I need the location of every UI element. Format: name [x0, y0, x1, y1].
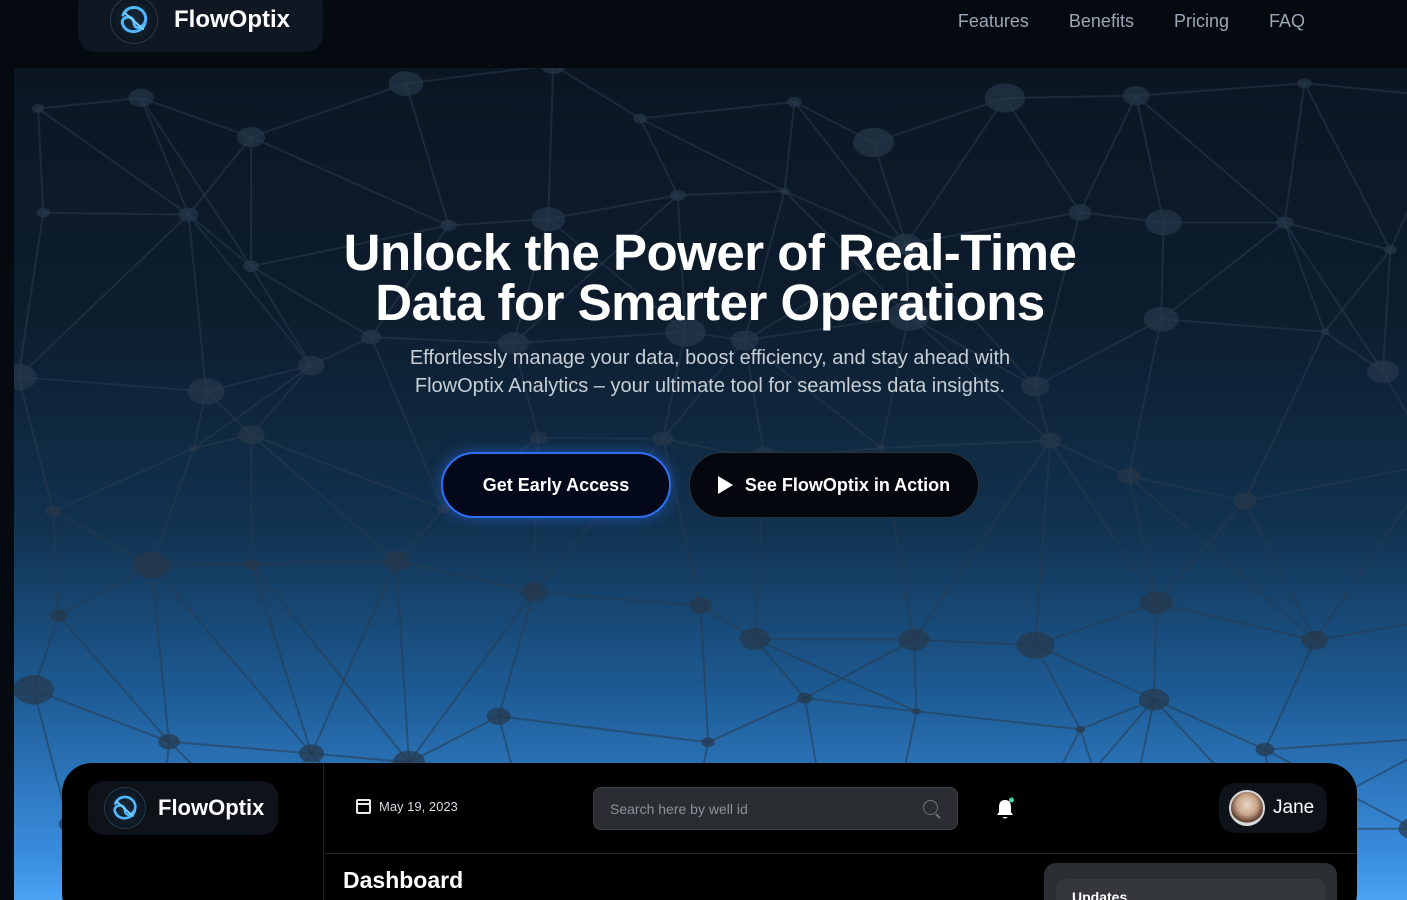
date-text: May 19, 2023	[379, 799, 458, 814]
date-display: May 19, 2023	[356, 799, 458, 814]
user-menu[interactable]: Jane	[1219, 783, 1327, 833]
nav-link-pricing[interactable]: Pricing	[1174, 9, 1229, 33]
calendar-icon	[356, 799, 371, 814]
updates-panel: Updates	[1044, 863, 1337, 900]
hero-title: Unlock the Power of Real-Time Data for S…	[0, 224, 1407, 331]
brand-logo-link[interactable]: FlowOptix	[78, 0, 323, 52]
updates-header: Updates	[1056, 879, 1326, 900]
sidebar-divider	[323, 763, 324, 900]
page-title: Dashboard	[343, 867, 464, 893]
top-nav: FlowOptix Features Benefits Pricing FAQ	[0, 0, 1407, 68]
avatar	[1229, 790, 1265, 826]
see-in-action-button[interactable]: See FlowOptix in Action	[689, 452, 979, 518]
main-nav: Features Benefits Pricing FAQ	[958, 9, 1305, 33]
user-name: Jane	[1273, 797, 1315, 818]
nav-link-benefits[interactable]: Benefits	[1069, 9, 1134, 33]
well-id-search-input[interactable]	[610, 800, 923, 817]
search-bar	[593, 787, 958, 830]
see-in-action-label: See FlowOptix in Action	[744, 474, 951, 495]
dashboard-brand[interactable]: FlowOptix	[88, 781, 278, 835]
dashboard-brand-name: FlowOptix	[158, 795, 265, 820]
hero-title-line1: Unlock the Power of Real-Time	[343, 224, 1077, 281]
hero-title-line2: Data for Smarter Operations	[375, 274, 1045, 331]
nav-link-faq[interactable]: FAQ	[1269, 9, 1305, 33]
flowoptix-logo-icon	[110, 0, 158, 44]
get-early-access-button[interactable]: Get Early Access	[441, 452, 671, 518]
notification-bell-icon[interactable]	[994, 797, 1016, 821]
play-icon	[717, 476, 733, 494]
header-divider	[324, 853, 1357, 854]
flowoptix-logo-icon	[104, 787, 146, 829]
brand-name: FlowOptix	[174, 6, 290, 33]
search-icon[interactable]	[923, 799, 941, 818]
nav-link-features[interactable]: Features	[958, 9, 1029, 33]
hero-subtitle: Effortlessly manage your data, boost eff…	[409, 347, 1011, 397]
hero-actions: Get Early Access See FlowOptix in Action	[441, 452, 979, 518]
dashboard-preview: FlowOptix May 19, 2023 Jane Dashboard Up…	[62, 763, 1357, 900]
